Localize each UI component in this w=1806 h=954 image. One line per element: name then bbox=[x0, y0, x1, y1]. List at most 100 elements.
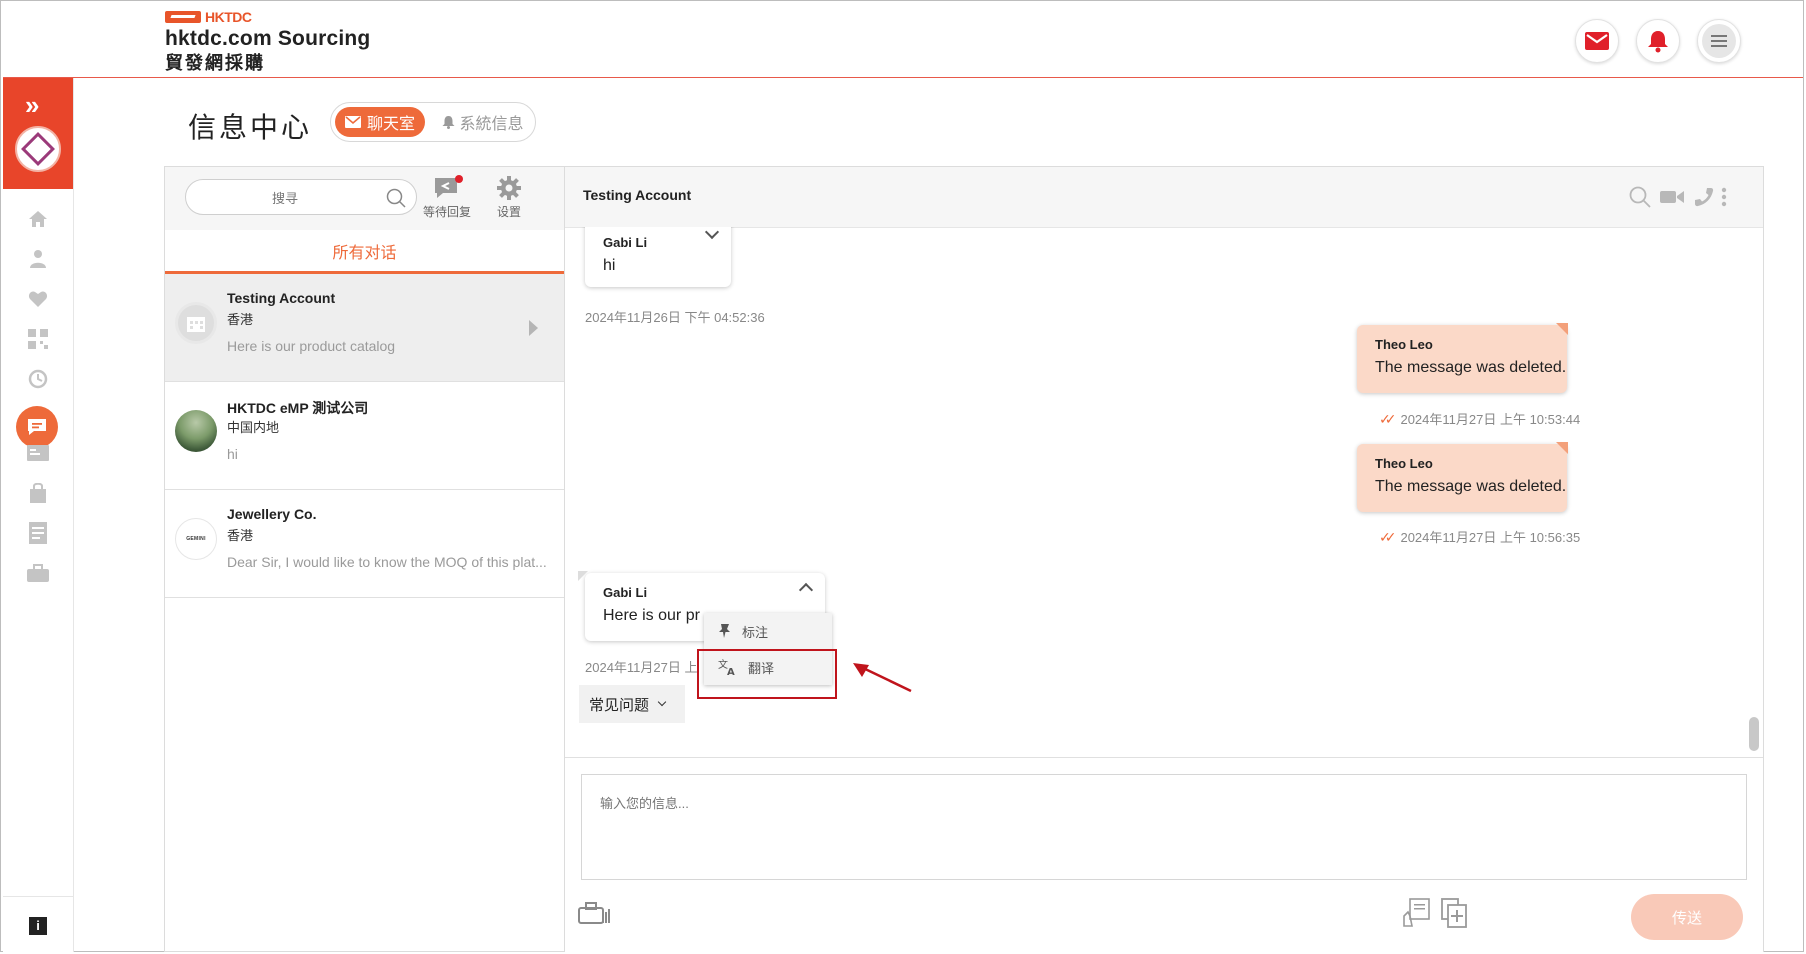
conversation-name: Testing Account bbox=[227, 290, 336, 306]
message-text: hi bbox=[603, 257, 616, 274]
pin-label: 标注 bbox=[742, 624, 769, 640]
conversation-toolbar: 等待回复 设置 bbox=[165, 167, 564, 231]
gemini-logo-avatar: GEMINI bbox=[175, 518, 217, 560]
message-time-text: 2024年11月27日 上午 10:56:35 bbox=[1400, 530, 1581, 545]
heart-icon[interactable] bbox=[25, 286, 51, 312]
envelope-icon bbox=[344, 116, 361, 128]
double-check-icon: ✓✓ bbox=[1379, 529, 1397, 545]
qr-code-icon[interactable] bbox=[25, 326, 51, 352]
message-bubble-outgoing[interactable]: Theo Leo The message was deleted. bbox=[1357, 323, 1568, 393]
chat-title: Testing Account bbox=[583, 187, 692, 203]
bubble-corner bbox=[578, 571, 588, 581]
pending-reply-button[interactable]: 等待回复 bbox=[417, 173, 477, 220]
more-options-icon[interactable] bbox=[1717, 185, 1731, 209]
conversation-name: HKTDC eMP 測试公司 bbox=[227, 400, 369, 416]
top-header: HKTDC hktdc.com Sourcing 貿發網採購 bbox=[3, 3, 1803, 78]
page-title: 信息中心 bbox=[188, 112, 313, 143]
annotation-arrow-icon bbox=[853, 663, 912, 693]
faq-dropdown[interactable]: 常见问题 bbox=[579, 685, 685, 723]
message-timestamp: 2024年11月27日 上 bbox=[585, 660, 698, 675]
mail-icon bbox=[1580, 24, 1614, 58]
conversation-item[interactable]: Testing Account 香港 Here is our product c… bbox=[165, 274, 564, 382]
chevron-down-icon bbox=[657, 697, 667, 707]
settings-button[interactable]: 设置 bbox=[479, 173, 539, 220]
tab-chatroom[interactable]: 聊天室 bbox=[335, 107, 425, 137]
tab-chatroom-label: 聊天室 bbox=[366, 116, 415, 133]
sidebar-header: » bbox=[3, 78, 73, 189]
site-logo[interactable]: HKTDC hktdc.com Sourcing 貿發網採購 bbox=[165, 9, 370, 75]
bag-icon[interactable] bbox=[25, 480, 51, 506]
highlight-box bbox=[697, 649, 837, 699]
home-icon[interactable] bbox=[25, 206, 51, 232]
faq-label: 常见问题 bbox=[589, 696, 650, 714]
messaging-panel: 等待回复 设置 所有对话 Testing Account 香港 Here is … bbox=[164, 166, 1764, 952]
conversation-item[interactable]: GEMINI Jewellery Co. 香港 Dear Sir, I woul… bbox=[165, 490, 564, 598]
message-text: The message was deleted. bbox=[1375, 359, 1567, 376]
message-text: The message was deleted. bbox=[1375, 478, 1567, 495]
phone-icon[interactable] bbox=[1691, 185, 1717, 209]
conversation-location: 中国内地 bbox=[227, 420, 280, 435]
hktdc-flag-icon bbox=[165, 11, 201, 23]
briefcase-chart-icon[interactable] bbox=[577, 896, 611, 930]
logo-title: hktdc.com Sourcing bbox=[165, 27, 371, 50]
id-card-icon[interactable] bbox=[25, 440, 51, 466]
message-bubble-outgoing[interactable]: Theo Leo The message was deleted. bbox=[1357, 442, 1568, 512]
company-avatar[interactable] bbox=[15, 126, 61, 172]
mail-button[interactable] bbox=[1575, 19, 1619, 63]
pin-menu-item[interactable]: 标注 bbox=[704, 613, 832, 649]
chevron-up-icon[interactable] bbox=[798, 582, 814, 598]
sidebar-divider bbox=[3, 896, 73, 897]
conversation-location: 香港 bbox=[227, 312, 254, 327]
document-icon[interactable] bbox=[25, 520, 51, 546]
hktdc-brand-mark: HKTDC bbox=[165, 9, 370, 25]
conversation-location: 香港 bbox=[227, 528, 254, 543]
settings-label: 设置 bbox=[496, 205, 521, 219]
message-timestamp: 2024年11月26日 下午 04:52:36 bbox=[585, 310, 765, 325]
message-timestamp: ✓✓ 2024年11月27日 上午 10:56:35 bbox=[1379, 527, 1580, 546]
message-scrollbar[interactable] bbox=[1749, 229, 1759, 755]
pin-icon bbox=[719, 624, 730, 638]
message-bubble-incoming[interactable]: Gabi Li hi bbox=[585, 227, 731, 287]
chevron-right-icon bbox=[529, 320, 538, 336]
conversation-preview: Dear Sir, I would like to know the MOQ o… bbox=[227, 554, 547, 570]
send-button[interactable]: 传送 bbox=[1631, 894, 1743, 940]
message-sender: Gabi Li bbox=[603, 235, 648, 250]
notification-button[interactable] bbox=[1636, 19, 1680, 63]
document-hand-icon[interactable] bbox=[1399, 896, 1433, 930]
message-timestamp: ✓✓ 2024年11月27日 上午 10:53:44 bbox=[1379, 409, 1580, 428]
history-icon[interactable] bbox=[25, 366, 51, 392]
message-sender: Gabi Li bbox=[603, 585, 648, 600]
scrollbar-thumb[interactable] bbox=[1749, 717, 1759, 751]
expand-chevron-icon[interactable]: » bbox=[25, 92, 40, 118]
search-input[interactable] bbox=[198, 187, 372, 209]
conversation-name: Jewellery Co. bbox=[227, 506, 317, 522]
message-text: Here is our pr bbox=[603, 607, 700, 624]
menu-button[interactable] bbox=[1697, 19, 1741, 63]
landscape-avatar bbox=[175, 410, 217, 452]
briefcase-icon[interactable] bbox=[25, 560, 51, 586]
double-check-icon: ✓✓ bbox=[1379, 411, 1397, 427]
tab-system-messages[interactable]: 系統信息 bbox=[435, 107, 531, 137]
message-input[interactable] bbox=[581, 774, 1747, 880]
logo-mark-text: HKTDC bbox=[205, 9, 252, 25]
search-icon[interactable] bbox=[386, 188, 406, 213]
gear-icon bbox=[497, 176, 521, 200]
bubble-corner bbox=[1556, 442, 1568, 454]
bell-icon bbox=[1641, 24, 1675, 58]
menu-icon bbox=[1702, 24, 1736, 58]
left-sidebar: » i bbox=[3, 78, 74, 952]
video-call-icon[interactable] bbox=[1659, 185, 1685, 209]
chevron-down-icon[interactable] bbox=[704, 227, 720, 240]
logo-subtitle: 貿發網採購 bbox=[165, 53, 265, 73]
search-icon[interactable] bbox=[1627, 185, 1653, 209]
message-sender: Theo Leo bbox=[1375, 337, 1433, 352]
tab-all-conversations[interactable]: 所有对话 bbox=[165, 230, 564, 274]
user-icon[interactable] bbox=[25, 246, 51, 272]
info-icon[interactable]: i bbox=[29, 917, 47, 935]
add-document-icon[interactable] bbox=[1437, 896, 1471, 930]
message-sender: Theo Leo bbox=[1375, 456, 1433, 471]
chat-window: Testing Account Gabi Li hi 2024年11月26日 下… bbox=[565, 167, 1763, 952]
bubble-corner bbox=[1556, 323, 1568, 335]
tab-system-messages-label: 系統信息 bbox=[459, 116, 524, 133]
conversation-item[interactable]: HKTDC eMP 測试公司 中国内地 hi bbox=[165, 382, 564, 490]
